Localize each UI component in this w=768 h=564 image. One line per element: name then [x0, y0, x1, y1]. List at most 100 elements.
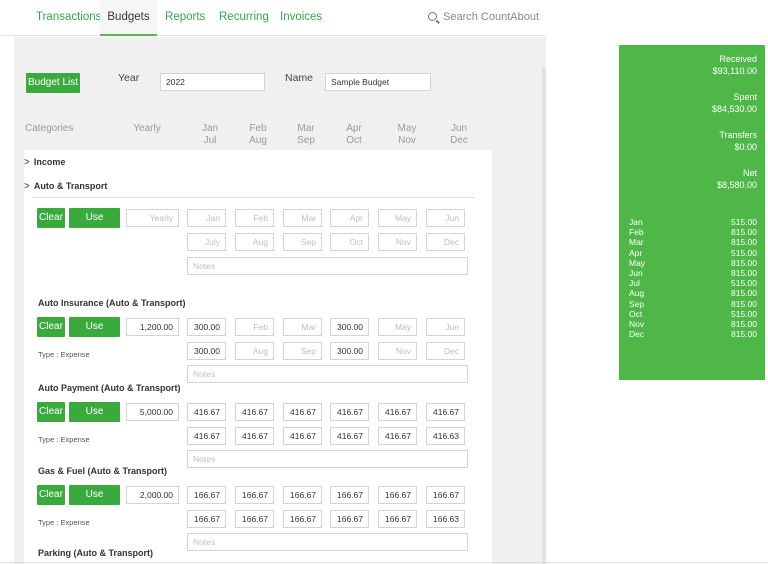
- yearly-field[interactable]: 1,200.00: [126, 318, 179, 336]
- top-nav: Transactions Budgets Reports Recurring I…: [0, 0, 546, 36]
- month-field[interactable]: 166.63: [426, 510, 465, 528]
- category-title: Auto Payment (Auto & Transport): [38, 383, 181, 393]
- month-field[interactable]: 166.67: [378, 510, 417, 528]
- month-field[interactable]: Jan: [187, 209, 226, 227]
- yearly-field[interactable]: 2,000.00: [126, 486, 179, 504]
- year-label: Year: [118, 72, 140, 84]
- category-title: Parking (Auto & Transport): [38, 548, 154, 558]
- month-field[interactable]: 166.67: [330, 510, 369, 528]
- col-feb-aug: Feb Aug: [249, 123, 267, 146]
- month-field[interactable]: Jun: [426, 209, 465, 227]
- notes-field[interactable]: Notes: [187, 450, 468, 468]
- month-field[interactable]: 416.67: [330, 403, 369, 421]
- month-field[interactable]: Feb: [235, 209, 274, 227]
- month-field[interactable]: 416.67: [378, 403, 417, 421]
- month-field[interactable]: 300.00: [187, 318, 226, 336]
- month-total-row: Dec 815.00: [629, 329, 757, 340]
- col-may-nov: May Nov: [397, 123, 417, 146]
- month-field[interactable]: July: [187, 233, 226, 251]
- month-field[interactable]: Mar: [283, 318, 322, 336]
- month-field[interactable]: 300.00: [330, 342, 369, 360]
- month-field[interactable]: 416.67: [426, 403, 465, 421]
- month-field[interactable]: 416.67: [235, 403, 274, 421]
- month-field[interactable]: Oct: [330, 233, 369, 251]
- month-field[interactable]: 166.67: [378, 486, 417, 504]
- month-field[interactable]: 416.67: [283, 403, 322, 421]
- col-yearly: Yearly: [133, 123, 161, 134]
- month-field[interactable]: 166.67: [283, 486, 322, 504]
- month-field[interactable]: Sep: [283, 342, 322, 360]
- month-field[interactable]: 166.67: [187, 486, 226, 504]
- category-type: Type : Expense: [38, 350, 90, 359]
- year-field[interactable]: 2022: [160, 73, 265, 91]
- divider: [0, 562, 768, 563]
- notes-field[interactable]: Notes: [187, 365, 468, 383]
- use-history-button[interactable]: Use History: [69, 402, 120, 437]
- col-mar-sep: Mar Sep: [297, 123, 315, 146]
- month-field[interactable]: May: [378, 209, 417, 227]
- clear-button[interactable]: Clear: [37, 402, 65, 422]
- category-type: Type : Expense: [38, 435, 90, 444]
- yearly-field[interactable]: Yearly: [126, 209, 179, 227]
- notes-field[interactable]: Notes: [187, 257, 468, 275]
- clear-button[interactable]: Clear: [37, 317, 65, 337]
- month-field[interactable]: 166.67: [426, 486, 465, 504]
- received-summary: Received $93,110.00: [712, 54, 757, 76]
- month-field[interactable]: Apr: [330, 209, 369, 227]
- tab-recurring[interactable]: Recurring: [219, 0, 269, 36]
- month-field[interactable]: 416.67: [283, 427, 322, 445]
- budget-list-button[interactable]: Budget List: [26, 73, 80, 93]
- month-field[interactable]: Aug: [235, 342, 274, 360]
- summary-panel: Received $93,110.00 Spent $84,530.00 Trans…: [619, 45, 765, 380]
- category-type: Type : Expense: [38, 518, 90, 527]
- month-field[interactable]: 166.67: [283, 510, 322, 528]
- month-field[interactable]: 166.67: [235, 510, 274, 528]
- search-box[interactable]: Search CountAbout: [428, 0, 539, 36]
- month-field[interactable]: Aug: [235, 233, 274, 251]
- month-field[interactable]: Sep: [283, 233, 322, 251]
- month-value: 815.00: [731, 329, 757, 340]
- month-field[interactable]: 416.67: [187, 403, 226, 421]
- month-field[interactable]: 166.67: [235, 486, 274, 504]
- month-field[interactable]: 416.63: [426, 427, 465, 445]
- chevron-right-icon: >: [24, 157, 30, 168]
- month-field[interactable]: Dec: [426, 233, 465, 251]
- month-field[interactable]: 300.00: [330, 318, 369, 336]
- transfers-summary: Transfers $0.00: [719, 130, 757, 152]
- month-field[interactable]: Dec: [426, 342, 465, 360]
- category-title: Auto Insurance (Auto & Transport): [38, 298, 186, 308]
- tab-reports[interactable]: Reports: [165, 0, 205, 36]
- tab-invoices[interactable]: Invoices: [280, 0, 322, 36]
- scrollbar[interactable]: [542, 67, 546, 564]
- month-field[interactable]: 166.67: [330, 486, 369, 504]
- tab-budgets[interactable]: Budgets: [100, 0, 157, 36]
- month-field[interactable]: 166.67: [187, 510, 226, 528]
- month-field[interactable]: Feb: [235, 318, 274, 336]
- use-history-button[interactable]: Use History: [69, 485, 120, 520]
- tab-transactions[interactable]: Transactions: [36, 0, 101, 36]
- month-field[interactable]: 416.67: [378, 427, 417, 445]
- group-income[interactable]: > Income: [24, 157, 65, 168]
- budget-name-field[interactable]: Sample Budget: [325, 73, 431, 91]
- spent-summary: Spent $84,530.00: [711, 92, 757, 114]
- col-categories: Categories: [25, 123, 74, 134]
- month-field[interactable]: 416.67: [187, 427, 226, 445]
- use-history-button[interactable]: Use History: [69, 208, 120, 243]
- notes-field[interactable]: Notes: [187, 533, 468, 551]
- month-field[interactable]: 416.67: [330, 427, 369, 445]
- use-history-button[interactable]: Use History: [69, 317, 120, 352]
- clear-button[interactable]: Clear: [37, 208, 65, 228]
- month-field[interactable]: Nov: [378, 233, 417, 251]
- month-field[interactable]: Nov: [378, 342, 417, 360]
- clear-button[interactable]: Clear: [37, 485, 65, 505]
- month-field[interactable]: 300.00: [187, 342, 226, 360]
- net-summary: Net $8,580.00: [716, 168, 757, 190]
- month-field[interactable]: May: [378, 318, 417, 336]
- group-auto-transport[interactable]: > Auto & Transport: [24, 181, 107, 192]
- yearly-field[interactable]: 5,000.00: [126, 403, 179, 421]
- month-field[interactable]: Mar: [283, 209, 322, 227]
- month-field[interactable]: 416.67: [235, 427, 274, 445]
- search-icon[interactable]: [428, 12, 437, 21]
- col-apr-oct: Apr Oct: [346, 123, 362, 146]
- month-field[interactable]: Jun: [426, 318, 465, 336]
